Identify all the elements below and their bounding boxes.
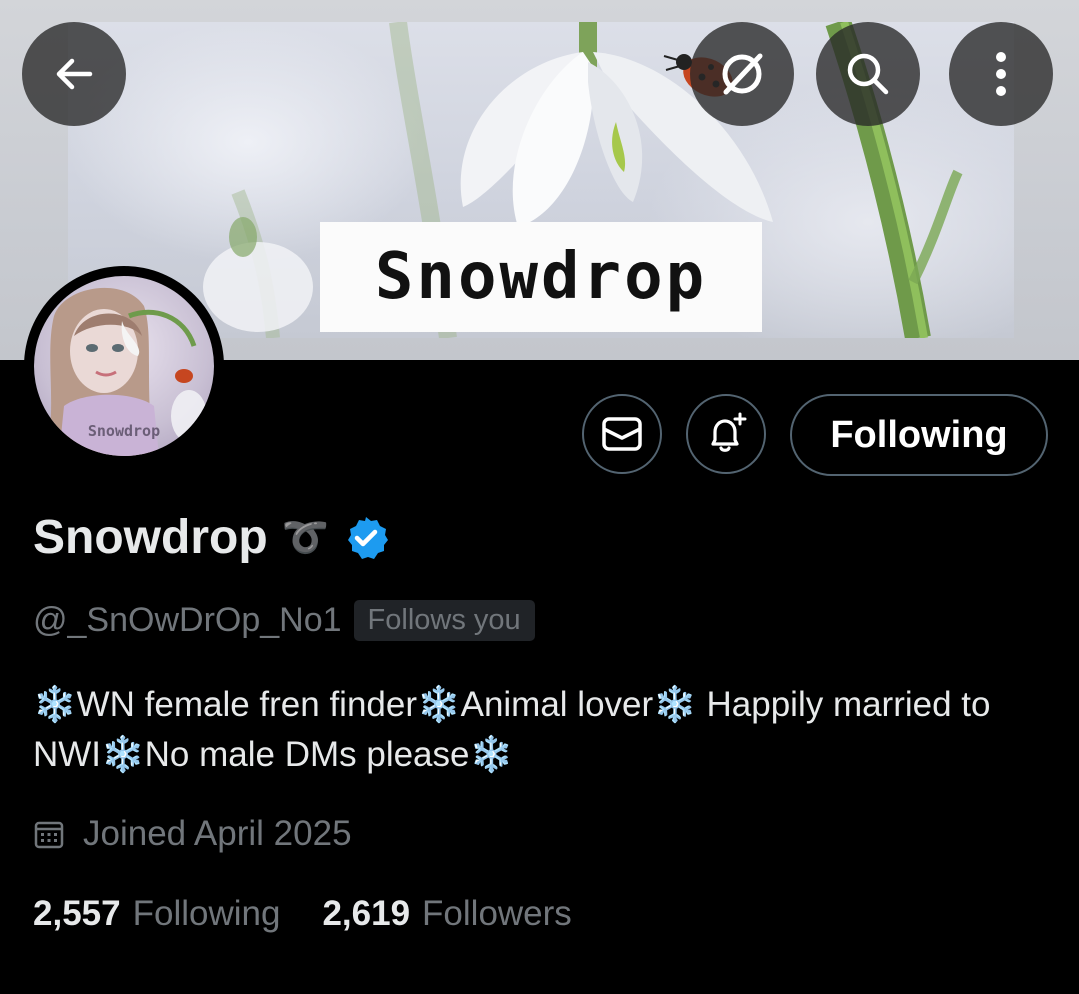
snowflake-emoji: ❄️ [417,685,461,724]
following-label: Following [132,894,281,933]
followers-count: 2,619 [322,894,411,933]
profile-bio: ❄️WN female fren finder❄️Animal lover❄️ … [33,680,1043,780]
joined-date: Joined April 2025 [83,814,352,853]
search-icon [847,53,889,95]
verified-badge-icon[interactable] [343,515,389,561]
bio-text: Animal lover [460,685,654,724]
avatar-caption: Snowdrop [87,422,161,440]
handle-row: @_SnOwDrOp_No1 Follows you [33,600,535,641]
snowflake-emoji: ❄️ [33,685,77,724]
following-count: 2,557 [33,894,121,933]
arrow-left-icon [56,58,93,90]
bio-text: No male DMs please [144,735,470,774]
avatar-image: Snowdrop [34,276,214,456]
search-button[interactable] [816,22,920,126]
joined-row: Joined April 2025 [33,814,352,854]
grok-button[interactable] [690,22,794,126]
back-button[interactable] [22,22,126,126]
more-options-button[interactable] [949,22,1053,126]
follow-stats: 2,557 Following 2,619 Followers [33,894,572,934]
grok-slash-circle-icon [722,53,763,95]
calendar-icon [34,821,64,849]
bio-text: WN female fren finder [76,685,417,724]
snowflake-emoji: ❄️ [469,735,514,774]
profile-name-row: Snowdrop ➰ [33,510,389,565]
snowflake-emoji: ❄️ [101,735,145,774]
banner-title: Snowdrop [320,222,762,332]
display-name: Snowdrop [33,511,268,564]
curly-loop-emoji: ➰ [281,516,329,559]
following-button[interactable]: Following [790,394,1048,476]
more-vertical-icon [996,52,1006,96]
snowflake-emoji: ❄️ [653,685,697,724]
profile-avatar[interactable]: Snowdrop [24,266,224,466]
notifications-button[interactable] [686,394,766,474]
message-button[interactable] [582,394,662,474]
follows-you-badge: Follows you [353,600,535,641]
followers-stat[interactable]: 2,619 Followers [322,894,571,934]
bell-plus-icon [711,412,747,452]
user-handle: @_SnOwDrOp_No1 [33,601,342,639]
mail-icon [602,417,642,451]
followers-label: Followers [422,894,572,933]
following-stat[interactable]: 2,557 Following [33,894,280,934]
